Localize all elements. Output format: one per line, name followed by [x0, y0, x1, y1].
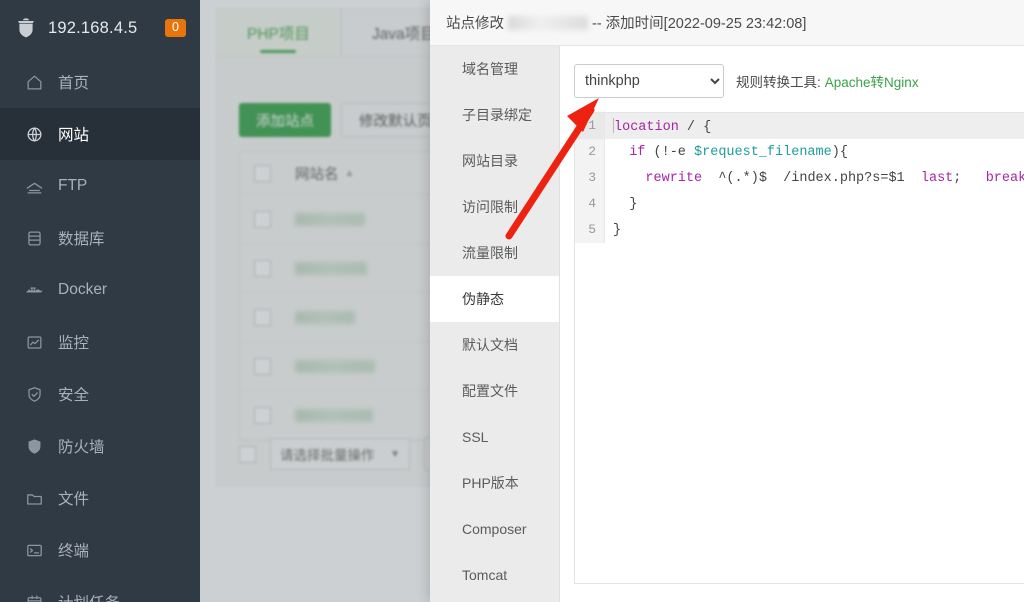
app-sidebar: 192.168.4.5 0 首页网站 FTP 数据库 Docker 监控安全防火墙文件终…	[0, 0, 200, 602]
editor-line-code: rewrite ^(.*)$ /index.php?s=$1 last; bre…	[645, 170, 1024, 186]
globe-icon	[24, 124, 44, 144]
dialog-sidebar-item-6[interactable]: 伪静态	[430, 276, 559, 322]
sidebar-item-2[interactable]: 网站	[0, 108, 200, 160]
dialog-sidebar-item-10[interactable]: PHP版本	[430, 460, 559, 506]
rewrite-code-editor[interactable]: 1 location / { 2 if (!-e $request_filename…	[574, 112, 1024, 584]
sidebar-item-11[interactable]: 计划任务	[0, 576, 200, 602]
rewrite-tool-row: thinkphplaravelwordpressdiscuztypechoemp…	[574, 64, 1024, 98]
dialog-title: 站点修改 -- 添加时间[2022-09-25 23:42:08]	[446, 12, 806, 33]
dialog-sidebar-item-9[interactable]: SSL	[430, 414, 559, 460]
dialog-sidebar-item-label: 伪静态	[462, 291, 504, 307]
folder-icon	[24, 488, 44, 508]
dialog-sidebar-item-label: SSL	[462, 429, 489, 445]
dialog-body: 域名管理子目录绑定网站目录访问限制流量限制伪静态默认文档配置文件 SSL PHP版本…	[430, 46, 1024, 602]
dialog-sidebar-item-label: Composer	[462, 521, 527, 537]
sidebar-item-label: 防火墙	[58, 439, 105, 456]
rule-tool-label: 规则转换工具:	[736, 75, 821, 90]
dialog-sidebar-item-label: 访问限制	[462, 199, 518, 215]
sidebar-item-label: 计划任务	[58, 591, 120, 602]
site-edit-dialog: 站点修改 -- 添加时间[2022-09-25 23:42:08] 域名管理子目…	[430, 0, 1024, 602]
sidebar-item-9[interactable]: 文件	[0, 472, 200, 524]
shield-check-icon	[24, 384, 44, 404]
dialog-sidebar-item-label: 域名管理	[462, 61, 518, 77]
rewrite-rule-select[interactable]: thinkphplaravelwordpressdiscuztypechoemp…	[574, 64, 724, 98]
sidebar-item-4[interactable]: 数据库	[0, 212, 200, 264]
apache-to-nginx-link[interactable]: Apache转Nginx	[825, 71, 919, 91]
calendar-task-icon	[24, 592, 44, 602]
terminal-icon	[24, 540, 44, 560]
sidebar-item-6[interactable]: 监控	[0, 316, 200, 368]
sidebar-item-3[interactable]: FTP	[0, 160, 200, 212]
sidebar-item-label: 数据库	[58, 231, 105, 248]
sidebar-nav: 首页网站 FTP 数据库 Docker 监控安全防火墙文件终端计划任务	[0, 56, 200, 602]
notification-badge[interactable]: 0	[165, 19, 186, 37]
screen-root: 192.168.4.5 0 首页网站 FTP 数据库 Docker 监控安全防火墙文件终…	[0, 0, 1024, 602]
dialog-sidebar-item-label: 网站目录	[462, 153, 518, 169]
editor-line-number: 3	[575, 165, 605, 191]
sidebar-item-1[interactable]: 首页	[0, 56, 200, 108]
sidebar-item-label: 终端	[58, 543, 90, 560]
sidebar-item-label: Docker	[58, 281, 108, 298]
sidebar-item-10[interactable]: 终端	[0, 524, 200, 576]
dialog-header: 站点修改 -- 添加时间[2022-09-25 23:42:08]	[430, 0, 1024, 46]
dialog-main-panel: thinkphplaravelwordpressdiscuztypechoemp…	[560, 46, 1024, 602]
dialog-title-suffix: -- 添加时间[2022-09-25 23:42:08]	[592, 16, 807, 32]
dialog-title-prefix: 站点修改	[446, 16, 504, 32]
dialog-sidebar-item-label: PHP版本	[462, 475, 519, 491]
dialog-sidebar-item-3[interactable]: 网站目录	[430, 138, 559, 184]
editor-line-code: }	[613, 196, 638, 212]
dialog-sidebar-item-5[interactable]: 流量限制	[430, 230, 559, 276]
sidebar-item-label: 监控	[58, 335, 90, 352]
docker-whale-icon	[24, 280, 44, 300]
database-icon	[24, 228, 44, 248]
sidebar-item-label: 网站	[58, 127, 90, 144]
editor-line-code: if (!-e $request_filename){	[629, 144, 848, 160]
sidebar-item-7[interactable]: 安全	[0, 368, 200, 420]
editor-line-number: 1	[575, 113, 605, 139]
editor-line[interactable]: 1 location / {	[575, 113, 1024, 139]
sidebar-brand[interactable]: 192.168.4.5 0	[0, 0, 200, 56]
sidebar-item-8[interactable]: 防火墙	[0, 420, 200, 472]
shield-solid-icon	[24, 436, 44, 456]
dialog-sidebar-item-7[interactable]: 默认文档	[430, 322, 559, 368]
dialog-sidebar-item-label: 默认文档	[462, 337, 518, 353]
dialog-sidebar-item-1[interactable]: 域名管理	[430, 46, 559, 92]
dialog-title-redacted-name	[508, 15, 588, 30]
editor-line-number: 5	[575, 217, 605, 243]
dialog-sidebar-item-label: Tomcat	[462, 567, 508, 583]
dialog-sidebar-item-8[interactable]: 配置文件	[430, 368, 559, 414]
sidebar-item-5[interactable]: Docker	[0, 264, 200, 316]
dialog-sidebar-item-12[interactable]: Tomcat	[430, 552, 559, 598]
sidebar-item-label: 安全	[58, 387, 90, 404]
editor-line[interactable]: 2 if (!-e $request_filename){	[575, 139, 1024, 165]
dialog-sidebar-item-11[interactable]: Composer	[430, 506, 559, 552]
dialog-sidebar: 域名管理子目录绑定网站目录访问限制流量限制伪静态默认文档配置文件 SSL PHP版本…	[430, 46, 560, 602]
monitor-chart-icon	[24, 332, 44, 352]
brand-ip-label: 192.168.4.5	[48, 18, 138, 37]
sidebar-item-label: FTP	[58, 177, 88, 194]
home-icon	[24, 72, 44, 92]
dialog-sidebar-item-2[interactable]: 子目录绑定	[430, 92, 559, 138]
dialog-sidebar-item-label: 子目录绑定	[462, 107, 532, 123]
dialog-sidebar-item-label: 流量限制	[462, 245, 518, 261]
shield-logo-icon	[14, 16, 38, 40]
dialog-sidebar-item-4[interactable]: 访问限制	[430, 184, 559, 230]
ftp-icon	[24, 176, 44, 196]
editor-line-code: }	[613, 222, 622, 238]
editor-line-code: location / {	[613, 117, 712, 135]
editor-line[interactable]: 4 }	[575, 191, 1024, 217]
editor-line-number: 2	[575, 139, 605, 165]
sidebar-item-label: 首页	[58, 75, 90, 92]
editor-line-number: 4	[575, 191, 605, 217]
dialog-sidebar-item-label: 配置文件	[462, 383, 518, 399]
sidebar-item-label: 文件	[58, 491, 90, 508]
editor-line[interactable]: 3 rewrite ^(.*)$ /index.php?s=$1 last; b…	[575, 165, 1024, 191]
editor-line[interactable]: 5}	[575, 217, 1024, 243]
